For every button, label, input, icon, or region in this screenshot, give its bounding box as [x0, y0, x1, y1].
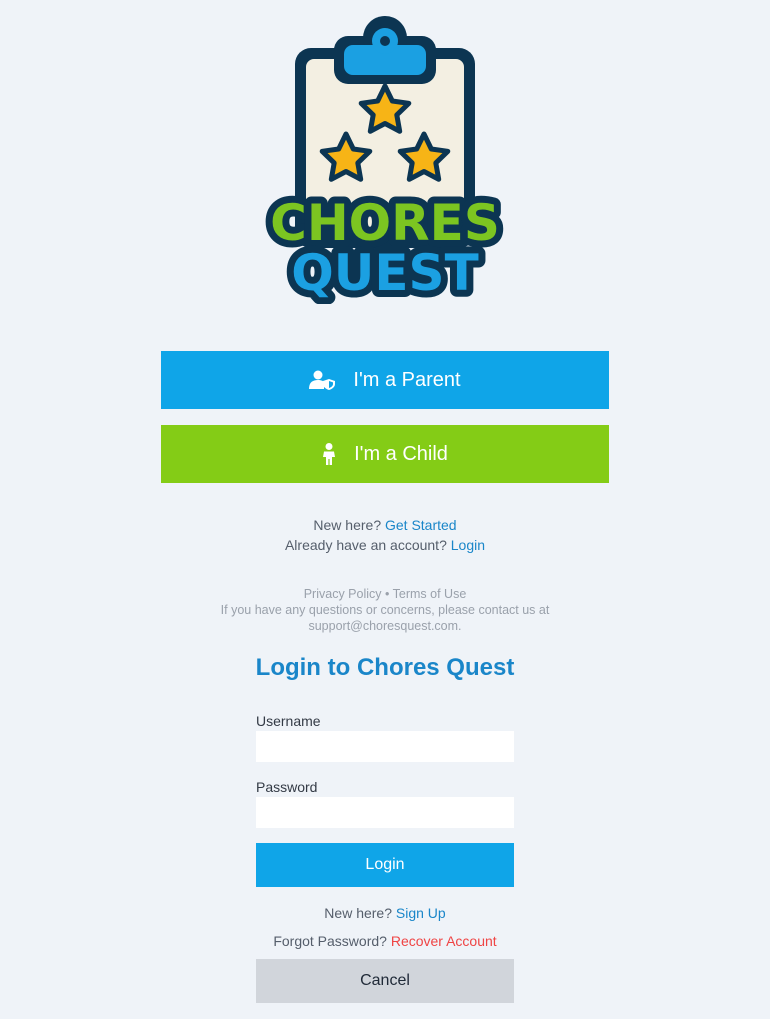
recover-account-link[interactable]: Recover Account	[391, 933, 497, 949]
get-started-link[interactable]: Get Started	[385, 517, 457, 533]
child-icon	[322, 443, 336, 465]
username-input[interactable]	[256, 731, 514, 762]
login-button[interactable]: Login	[256, 843, 514, 887]
cancel-button[interactable]: Cancel	[256, 959, 514, 1003]
privacy-policy-link[interactable]: Privacy Policy	[304, 587, 382, 601]
terms-of-use-link[interactable]: Terms of Use	[393, 587, 467, 601]
separator: •	[385, 587, 390, 601]
sign-up-link[interactable]: Sign Up	[396, 905, 446, 921]
child-role-label: I'm a Child	[354, 442, 448, 465]
parent-role-label: I'm a Parent	[353, 368, 461, 391]
svg-text:QUEST: QUEST	[291, 244, 478, 302]
username-label: Username	[256, 713, 321, 729]
legal-links: Privacy Policy • Terms of Use	[0, 587, 770, 601]
existing-account-line: Already have an account? Login	[284, 537, 486, 553]
new-here-line: New here? Get Started	[313, 517, 457, 533]
login-title: Login to Chores Quest	[255, 654, 515, 681]
password-label: Password	[256, 779, 318, 795]
parent-shield-icon	[309, 370, 336, 390]
child-role-button[interactable]: I'm a Child	[161, 425, 609, 483]
login-link[interactable]: Login	[451, 537, 485, 553]
contact-text-1: If you have any questions or concerns, p…	[220, 603, 550, 617]
parent-role-button[interactable]: I'm a Parent	[161, 351, 609, 409]
contact-text-2: support@choresquest.com.	[308, 619, 462, 633]
password-input[interactable]	[256, 797, 514, 828]
chores-quest-logo: CHORES QUEST	[263, 16, 507, 304]
signup-line: New here? Sign Up	[324, 905, 446, 921]
forgot-password-line: Forgot Password? Recover Account	[273, 933, 497, 949]
